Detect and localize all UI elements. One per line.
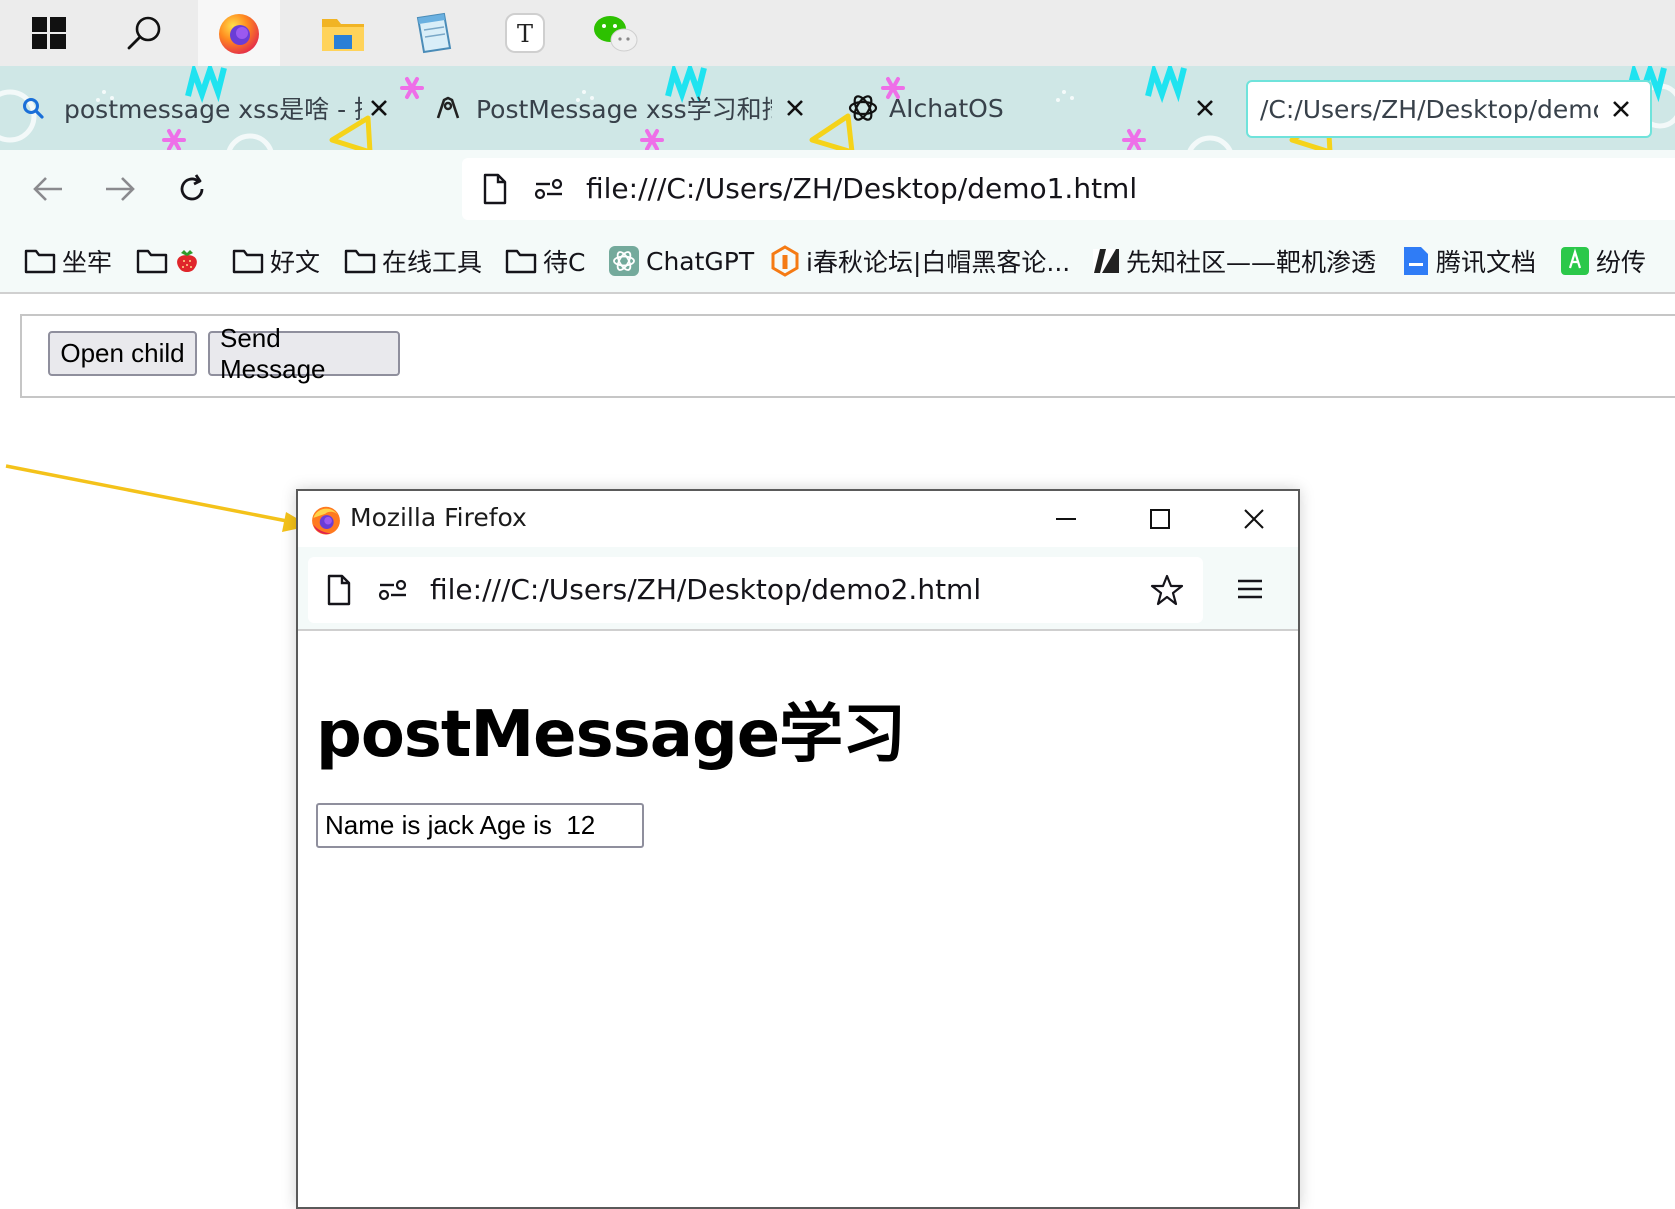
folder-icon [24,249,56,274]
bookmark-fenchuan[interactable]: 纷传 [1560,241,1646,281]
site-permissions-icon[interactable] [534,178,564,200]
typora-taskbar-button[interactable]: T [484,0,566,66]
bookmark-chatgpt[interactable]: ChatGPT [608,241,754,281]
site-permissions-icon[interactable] [378,579,408,601]
pen-icon [436,96,460,119]
bookmark-folder-online-tools[interactable]: 在线工具 [344,241,482,281]
window-titlebar[interactable]: Mozilla Firefox [298,491,1298,547]
wechat-icon [594,16,638,52]
firefox-icon [312,506,340,535]
strawberry-icon [177,250,197,272]
page-icon [327,574,351,606]
svg-text:T: T [517,20,533,48]
tab-strip: postmessage xss是啥 - 搜索 PostMessage xss学习… [0,66,1675,150]
reload-button[interactable] [168,165,216,213]
hamburger-menu-icon [1238,579,1262,599]
maximize-icon [1150,509,1170,529]
firefox-icon [219,14,259,54]
close-tab-icon[interactable] [1192,95,1218,121]
bookmark-label: 先知社区——靶机渗透 [1126,248,1377,277]
popup-toolbar: file:///C:/Users/ZH/Desktop/demo2.html [298,547,1298,631]
notepad-icon [416,12,452,54]
folder-icon [232,249,264,274]
file-explorer-taskbar-button[interactable] [302,0,384,66]
tab-postmessage-xss[interactable]: PostMessage xss学习和挖掘 [434,74,814,142]
button-group: Open child Send Message [20,314,1675,398]
folder-icon [322,19,364,51]
bookmark-ichunqiu[interactable]: i春秋论坛|白帽黑客论... [770,241,1070,281]
folder-icon [505,249,537,274]
back-arrow-icon [33,177,62,201]
annotation-arrow [5,464,310,532]
windows-logo-icon [32,17,66,49]
bookmark-label: 待C [543,248,586,277]
folder-icon [344,249,376,274]
bookmark-xianzhi[interactable]: 先知社区——靶机渗透 [1092,241,1376,281]
search-icon [23,98,44,119]
minimize-icon [1056,518,1076,520]
typora-icon: T [505,13,545,53]
fenchuan-icon [1561,247,1589,275]
popup-address-bar[interactable]: file:///C:/Users/ZH/Desktop/demo2.html [308,557,1203,623]
bookmark-label: i春秋论坛|白帽黑客论... [806,248,1071,277]
address-bar[interactable]: file:///C:/Users/ZH/Desktop/demo1.html [462,158,1675,220]
maximize-button[interactable] [1130,497,1190,541]
page-icon [483,173,507,205]
bookmark-label: ChatGPT [646,246,755,276]
notepad-taskbar-button[interactable] [392,0,474,66]
folder-icon [136,249,168,274]
window-title: Mozilla Firefox [350,503,527,532]
bookmark-label: 在线工具 [382,248,483,277]
bookmark-folder-daic[interactable]: 待C [505,241,585,281]
child-popup-window: Mozilla Firefox file:///C:/Users/ZH/Desk… [296,489,1300,1209]
navigation-toolbar: file:///C:/Users/ZH/Desktop/demo1.html [0,150,1675,228]
close-icon [1244,509,1264,529]
bookmark-folder-haowen[interactable]: 好文 [232,241,320,281]
popup-url-text: file:///C:/Users/ZH/Desktop/demo2.html [430,573,982,606]
bookmark-tencent-docs[interactable]: 腾讯文档 [1402,241,1536,281]
openai-icon [848,95,878,121]
bookmark-label: 坐牢 [62,248,113,277]
bookmarks-toolbar: 坐牢 好文 在线工具 待C ChatGPT i春秋论坛|白帽黑客论... 先知社… [0,228,1675,294]
forward-arrow-icon [106,177,135,201]
bookmark-folder-strawberry[interactable] [136,241,206,281]
firefox-taskbar-button[interactable] [198,0,280,66]
url-text: file:///C:/Users/ZH/Desktop/demo1.html [586,172,1138,205]
message-input[interactable] [316,803,644,848]
tab-title: postmessage xss是啥 - 搜索 [64,95,362,124]
search-icon [127,16,161,50]
forward-button[interactable] [96,165,144,213]
reload-icon [180,174,204,201]
close-tab-icon[interactable] [1608,96,1634,122]
tab-search[interactable]: postmessage xss是啥 - 搜索 [22,74,392,142]
bookmark-label: 腾讯文档 [1436,248,1537,277]
wechat-taskbar-button[interactable] [574,0,656,66]
search-taskbar-button[interactable] [103,0,185,66]
start-button[interactable] [8,0,90,66]
minimize-button[interactable] [1036,497,1096,541]
bookmark-folder-zuolao[interactable]: 坐牢 [24,241,112,281]
openai-icon [609,246,639,276]
xianzhi-icon [1093,249,1119,273]
back-button[interactable] [24,165,72,213]
tab-title: /C:/Users/ZH/Desktop/demo1.html [1260,94,1598,124]
tab-demo1-selected[interactable]: /C:/Users/ZH/Desktop/demo1.html [1246,80,1652,138]
bookmark-star-icon[interactable] [1150,573,1184,607]
close-tab-icon[interactable] [782,95,808,121]
tab-title: AIchatOS [889,93,1004,123]
tencent-docs-icon [1404,247,1428,275]
tab-title: PostMessage xss学习和挖掘 [476,95,772,124]
close-tab-icon[interactable] [366,95,392,121]
send-message-button[interactable]: Send Message [208,323,400,384]
bookmark-label: 纷传 [1596,248,1647,277]
bookmark-label: 好文 [270,248,321,277]
taskbar: T [0,0,1675,66]
tab-aichatos[interactable]: AIchatOS [847,74,1227,142]
open-child-button[interactable]: Open child [48,331,197,376]
page-heading: postMessage学习 [316,698,906,772]
ichunqiu-icon [771,245,799,277]
menu-button[interactable] [1228,569,1272,609]
close-window-button[interactable] [1224,497,1284,541]
